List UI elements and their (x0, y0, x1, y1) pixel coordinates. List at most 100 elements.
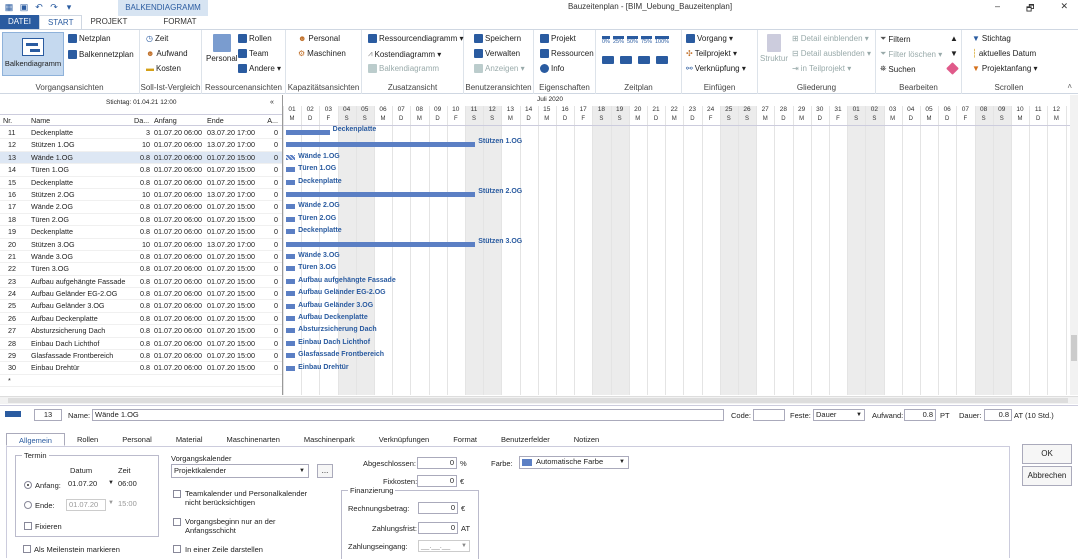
cell-a[interactable]: 0 (264, 226, 278, 238)
cell-a[interactable]: 0 (264, 350, 278, 362)
collapse-table-button[interactable]: « (270, 99, 274, 106)
cell-ende[interactable]: 01.07.20 15:00 (207, 288, 261, 300)
cell-ende[interactable]: 01.07.20 15:00 (207, 325, 261, 337)
cell-anfang[interactable]: 01.07.20 06:00 (154, 263, 204, 275)
cell-ende[interactable]: 13.07.20 17:00 (207, 139, 261, 151)
in-teilprojekt-button[interactable]: ⇥ in Teilprojekt ▾ (792, 64, 851, 73)
cell-nr[interactable]: 26 (8, 313, 28, 325)
cell-anfang[interactable]: 01.07.20 06:00 (154, 164, 204, 176)
table-row[interactable]: 25 Aufbau Geländer 3.OG 0.8 01.07.20 06:00 0… (0, 300, 282, 313)
kostendiagramm-button[interactable]: ⩘ Kostendiagramm ▾ (368, 49, 441, 59)
anfang-radio[interactable] (24, 481, 32, 489)
cell-nr[interactable]: 22 (8, 263, 28, 275)
ende-zeit-field[interactable]: 15:00 (116, 499, 150, 511)
info-button[interactable]: Info (540, 64, 564, 73)
cell-nr[interactable]: 29 (8, 350, 28, 362)
balkendiagramm-button[interactable]: Balkendiagramm (2, 32, 64, 76)
projekt-button[interactable]: Projekt (540, 34, 576, 43)
fixieren-checkbox[interactable] (24, 522, 32, 530)
cell-a[interactable]: 0 (264, 313, 278, 325)
cell-ende[interactable]: 13.07.20 17:00 (207, 239, 261, 251)
timescale-week-icon[interactable] (620, 56, 632, 64)
gantt-bar[interactable] (286, 154, 296, 160)
cell-nr[interactable]: 30 (8, 362, 28, 374)
cell-ende[interactable]: 01.07.20 15:00 (207, 164, 261, 176)
teilprojekt-button[interactable]: ✣ Teilprojekt ▾ (686, 49, 737, 58)
anfang-zeit-field[interactable]: 06:00 (116, 479, 150, 491)
cell-dauer[interactable]: 0.8 (134, 251, 150, 263)
gantt-bar[interactable] (286, 316, 296, 321)
gantt-bar[interactable] (286, 167, 296, 173)
vertical-scrollbar[interactable] (1070, 95, 1078, 395)
cell-anfang[interactable]: 01.07.20 06:00 (154, 201, 204, 213)
table-row[interactable]: 11 Deckenplatte 3 01.07.20 06:00 03.07.20 17… (0, 127, 282, 140)
ende-datum-field[interactable]: 01.07.20 (66, 499, 106, 511)
table-row[interactable]: 24 Aufbau Geländer EG-2.OG 0.8 01.07.20 06:… (0, 288, 282, 301)
redo-icon[interactable]: ↷ (49, 2, 59, 12)
cell-a[interactable]: 0 (264, 139, 278, 151)
zahlungsfrist-field[interactable]: 0 (418, 522, 458, 534)
cell-dauer[interactable]: 0.8 (134, 362, 150, 374)
table-row[interactable]: 26 Aufbau Deckenplatte 0.8 01.07.20 06:00 01… (0, 313, 282, 326)
cell-dauer[interactable]: 3 (134, 127, 150, 139)
zoom-50-button[interactable]: 50% (626, 36, 638, 45)
cell-a[interactable]: 0 (264, 338, 278, 350)
tab-benutzerfelder[interactable]: Benutzerfelder (489, 433, 562, 446)
ribbon-collapse-icon[interactable]: ˄ (1067, 82, 1072, 91)
cell-name[interactable]: Stützen 3.OG (31, 239, 131, 251)
hscroll-thumb[interactable] (8, 398, 1068, 403)
tab-material[interactable]: Material (164, 433, 215, 446)
table-row[interactable]: 22 Türen 3.OG 0.8 01.07.20 06:00 01.07.20 15… (0, 263, 282, 276)
zoom-75-button[interactable]: 75% (640, 36, 652, 45)
suchen-button[interactable]: ⛯ Suchen (880, 64, 916, 74)
gantt-bar[interactable] (286, 291, 296, 297)
cell-name[interactable]: Stützen 1.OG (31, 139, 131, 151)
zeit-button[interactable]: ◷ Zeit (146, 34, 168, 43)
cell-nr[interactable]: 21 (8, 251, 28, 263)
cell-a[interactable]: 0 (264, 189, 278, 201)
cell-ende[interactable]: 03.07.20 17:00 (207, 127, 261, 139)
verknuepfung-button[interactable]: ⚯ Verknüpfung ▾ (686, 64, 746, 73)
balkennetzplan-button[interactable]: Balkennetzplan (68, 50, 134, 59)
cell-name[interactable]: Türen 2.OG (31, 214, 131, 226)
cell-dauer[interactable]: 10 (134, 239, 150, 251)
aktuelles-datum-button[interactable]: ┆ aktuelles Datum (972, 49, 1036, 58)
eraser-icon[interactable] (946, 62, 959, 75)
cell-anfang[interactable]: 01.07.20 06:00 (154, 362, 204, 374)
restore-button[interactable]: 🗗 (1026, 1, 1034, 17)
meilenstein-checkbox[interactable] (23, 545, 31, 553)
andere-button[interactable]: Andere ▾ (238, 64, 281, 73)
kap-personal-button[interactable]: ☻ Personal (298, 34, 340, 43)
cell-anfang[interactable]: 01.07.20 06:00 (154, 325, 204, 337)
cell-ende[interactable]: 13.07.20 17:00 (207, 189, 261, 201)
cell-dauer[interactable]: 0.8 (134, 300, 150, 312)
date-dropdown-icon[interactable]: ▼ (108, 480, 114, 486)
zusatz-balkendiagramm-button[interactable]: Balkendiagramm (368, 64, 439, 73)
cell-name[interactable]: Wände 3.OG (31, 251, 131, 263)
cell-dauer[interactable]: 0.8 (134, 214, 150, 226)
cell-dauer[interactable]: 0.8 (134, 276, 150, 288)
table-row[interactable]: 20 Stützen 3.OG 10 01.07.20 06:00 13.07.20 1… (0, 239, 282, 251)
cell-dauer[interactable]: 0.8 (134, 152, 150, 164)
cell-ende[interactable]: 01.07.20 15:00 (207, 276, 261, 288)
teamkalender-checkbox[interactable] (173, 490, 181, 498)
cell-anfang[interactable]: 01.07.20 06:00 (154, 177, 204, 189)
gantt-bar[interactable] (286, 328, 296, 334)
cell-ende[interactable]: 01.07.20 15:00 (207, 226, 261, 238)
cell-a[interactable]: 0 (264, 177, 278, 189)
kalender-browse-button[interactable]: ... (317, 464, 333, 478)
cell-dauer[interactable]: 0.8 (134, 164, 150, 176)
vorgang-button[interactable]: Vorgang ▾ (686, 34, 733, 43)
cell-nr[interactable]: 14 (8, 164, 28, 176)
cell-anfang[interactable]: 01.07.20 06:00 (154, 239, 204, 251)
anfangsschicht-checkbox[interactable] (173, 518, 181, 526)
gantt-bar[interactable] (286, 303, 296, 309)
gantt-bar[interactable] (286, 353, 296, 359)
cell-nr[interactable]: 23 (8, 276, 28, 288)
cell-nr[interactable]: 28 (8, 338, 28, 350)
fixkosten-field[interactable]: 0 (417, 475, 457, 487)
tab-format[interactable]: FORMAT (155, 15, 204, 29)
cell-anfang[interactable]: 01.07.20 06:00 (154, 338, 204, 350)
cell-ende[interactable]: 01.07.20 15:00 (207, 338, 261, 350)
cell-name[interactable]: Türen 3.OG (31, 263, 131, 275)
